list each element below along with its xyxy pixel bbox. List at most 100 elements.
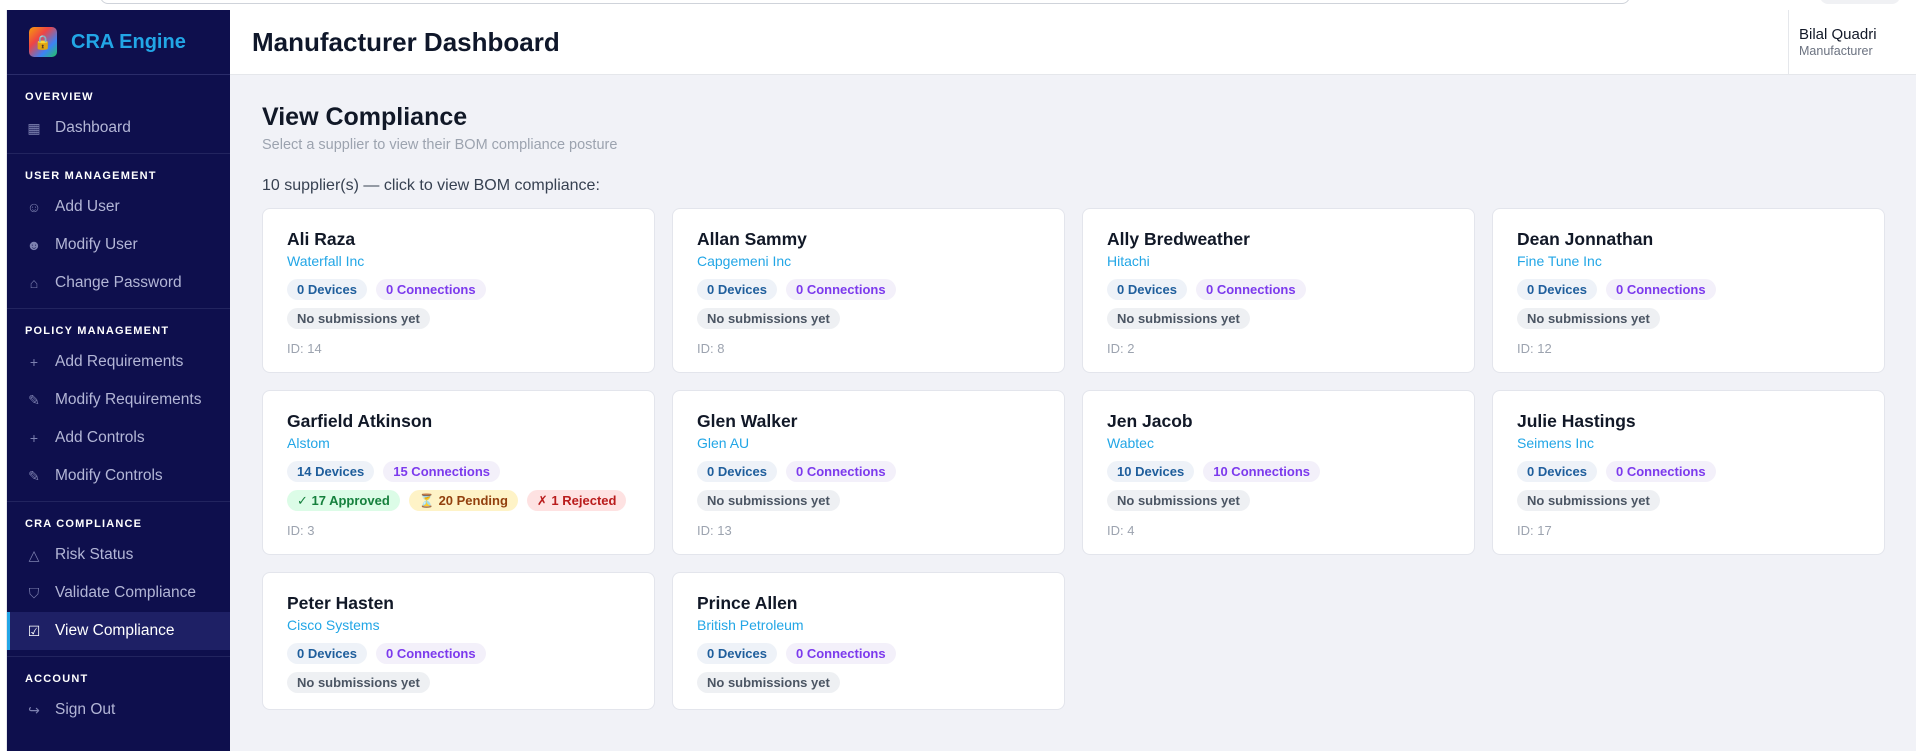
connections-badge: 0 Connections <box>1606 461 1716 482</box>
supplier-card[interactable]: Jen Jacob Wabtec 10 Devices 10 Connectio… <box>1082 390 1475 555</box>
connections-badge: 0 Connections <box>1196 279 1306 300</box>
grid-icon: ▦ <box>27 119 41 136</box>
browser-action-button[interactable] <box>1820 0 1900 4</box>
brand[interactable]: 🔒 CRA Engine <box>7 10 230 75</box>
content: View Compliance Select a supplier to vie… <box>230 75 1916 710</box>
count-badges: 14 Devices 15 Connections <box>287 461 630 482</box>
status-badges: No submissions yet <box>697 308 1040 329</box>
no-submissions-badge: No submissions yet <box>287 672 430 693</box>
sidebar-item-add-requirements[interactable]: + Add Requirements <box>7 343 230 381</box>
devices-badge: 0 Devices <box>697 279 777 300</box>
supplier-company: Hitachi <box>1107 253 1150 269</box>
supplier-name: Glen Walker <box>697 411 798 431</box>
devices-badge: 0 Devices <box>287 643 367 664</box>
count-badges: 0 Devices 0 Connections <box>1517 279 1860 300</box>
sidebar-item-add-user[interactable]: ☺ Add User <box>7 188 230 226</box>
nav-heading: USER MANAGEMENT <box>25 170 157 182</box>
supplier-card[interactable]: Allan Sammy Capgemeni Inc 0 Devices 0 Co… <box>672 208 1065 373</box>
status-badges: ✓ 17 Approved ⏳ 20 Pending ✗ 1 Rejected <box>287 490 630 511</box>
main-area: Manufacturer Dashboard Bilal Quadri Manu… <box>230 10 1916 751</box>
count-badges: 0 Devices 0 Connections <box>697 643 1040 664</box>
browser-top-bar <box>0 0 1918 10</box>
supplier-card[interactable]: Julie Hastings Seimens Inc 0 Devices 0 C… <box>1492 390 1885 555</box>
supplier-name: Ali Raza <box>287 229 356 249</box>
connections-badge: 0 Connections <box>376 279 486 300</box>
no-submissions-badge: No submissions yet <box>697 490 840 511</box>
supplier-card[interactable]: Ally Bredweather Hitachi 0 Devices 0 Con… <box>1082 208 1475 373</box>
supplier-id: ID: 14 <box>287 341 322 356</box>
sidebar-item-modify-controls[interactable]: ✎ Modify Controls <box>7 457 230 495</box>
status-badges: No submissions yet <box>697 490 1040 511</box>
sidebar-item-modify-requirements[interactable]: ✎ Modify Requirements <box>7 381 230 419</box>
sidebar-item-change-password[interactable]: ⌂ Change Password <box>7 264 230 302</box>
status-badges: No submissions yet <box>697 672 1040 693</box>
devices-badge: 14 Devices <box>287 461 375 482</box>
nav-section-user-management: USER MANAGEMENT ☺ Add User ☻ Modify User… <box>7 154 230 309</box>
count-badges: 0 Devices 0 Connections <box>697 279 1040 300</box>
connections-badge: 0 Connections <box>786 643 896 664</box>
status-badges: No submissions yet <box>1517 490 1860 511</box>
sidebar-item-view-compliance[interactable]: ☑ View Compliance <box>7 612 230 650</box>
no-submissions-badge: No submissions yet <box>1517 308 1660 329</box>
sidebar-item-dashboard[interactable]: ▦ Dashboard <box>7 109 230 147</box>
devices-badge: 0 Devices <box>1517 279 1597 300</box>
devices-badge: 0 Devices <box>697 643 777 664</box>
sidebar-item-add-controls[interactable]: + Add Controls <box>7 419 230 457</box>
browser-address-bar[interactable] <box>100 0 1630 4</box>
supplier-id: ID: 12 <box>1517 341 1552 356</box>
connections-badge: 0 Connections <box>376 643 486 664</box>
sign-out-icon: ↪ <box>28 701 40 718</box>
connections-badge: 15 Connections <box>383 461 501 482</box>
supplier-company: Fine Tune Inc <box>1517 253 1602 269</box>
user-menu[interactable]: Bilal Quadri Manufacturer <box>1788 10 1916 75</box>
supplier-company: Glen AU <box>697 435 750 451</box>
supplier-company: Alstom <box>287 435 330 451</box>
no-submissions-badge: No submissions yet <box>697 672 840 693</box>
supplier-card[interactable]: Ali Raza Waterfall Inc 0 Devices 0 Conne… <box>262 208 655 373</box>
supplier-card[interactable]: Peter Hasten Cisco Systems 0 Devices 0 C… <box>262 572 655 710</box>
sidebar-item-validate-compliance[interactable]: ⛉ Validate Compliance <box>7 574 230 612</box>
sidebar-item-sign-out[interactable]: ↪ Sign Out <box>7 691 230 729</box>
count-badges: 0 Devices 0 Connections <box>287 279 630 300</box>
checkbox-icon: ☑ <box>27 622 41 639</box>
supplier-name: Garfield Atkinson <box>287 411 433 431</box>
supplier-card[interactable]: Dean Jonnathan Fine Tune Inc 0 Devices 0… <box>1492 208 1885 373</box>
app-shell: 🔒 CRA Engine OVERVIEW ▦ Dashboard USER M… <box>6 10 1916 751</box>
supplier-card[interactable]: Garfield Atkinson Alstom 14 Devices 15 C… <box>262 390 655 555</box>
nav-section-account: ACCOUNT ↪ Sign Out <box>7 657 230 735</box>
page-subtitle: Select a supplier to view their BOM comp… <box>262 137 618 153</box>
top-bar: Manufacturer Dashboard Bilal Quadri Manu… <box>230 10 1916 75</box>
supplier-company: British Petroleum <box>697 617 804 633</box>
no-submissions-badge: No submissions yet <box>1107 490 1250 511</box>
devices-badge: 0 Devices <box>697 461 777 482</box>
status-badges: No submissions yet <box>1517 308 1860 329</box>
sidebar-item-label: Sign Out <box>55 701 116 718</box>
status-badges: No submissions yet <box>287 308 630 329</box>
supplier-card[interactable]: Prince Allen British Petroleum 0 Devices… <box>672 572 1065 710</box>
sidebar-item-risk-status[interactable]: △ Risk Status <box>7 536 230 574</box>
rejected-badge: ✗ 1 Rejected <box>526 490 627 511</box>
devices-badge: 0 Devices <box>1107 279 1187 300</box>
supplier-id: ID: 4 <box>1107 523 1135 538</box>
supplier-name: Prince Allen <box>697 593 798 613</box>
supplier-name: Julie Hastings <box>1517 411 1636 431</box>
devices-badge: 0 Devices <box>1517 461 1597 482</box>
sidebar-item-modify-user[interactable]: ☻ Modify User <box>7 226 230 264</box>
supplier-card[interactable]: Glen Walker Glen AU 0 Devices 0 Connecti… <box>672 390 1065 555</box>
supplier-id: ID: 3 <box>287 523 315 538</box>
no-submissions-badge: No submissions yet <box>697 308 840 329</box>
no-submissions-badge: No submissions yet <box>1517 490 1660 511</box>
brand-name: CRA Engine <box>71 30 186 53</box>
supplier-id: ID: 13 <box>697 523 732 538</box>
pencil-icon: ✎ <box>28 467 40 484</box>
count-badges: 0 Devices 0 Connections <box>697 461 1040 482</box>
sidebar-item-label: Modify Controls <box>55 467 163 484</box>
nav-section-overview: OVERVIEW ▦ Dashboard <box>7 75 230 154</box>
sidebar-item-label: Add Controls <box>55 429 145 446</box>
supplier-id: ID: 2 <box>1107 341 1135 356</box>
supplier-id: ID: 8 <box>697 341 725 356</box>
supplier-company: Seimens Inc <box>1517 435 1595 451</box>
plus-icon: + <box>29 354 39 370</box>
count-badges: 0 Devices 0 Connections <box>1517 461 1860 482</box>
sidebar-item-label: Modify User <box>55 236 138 253</box>
